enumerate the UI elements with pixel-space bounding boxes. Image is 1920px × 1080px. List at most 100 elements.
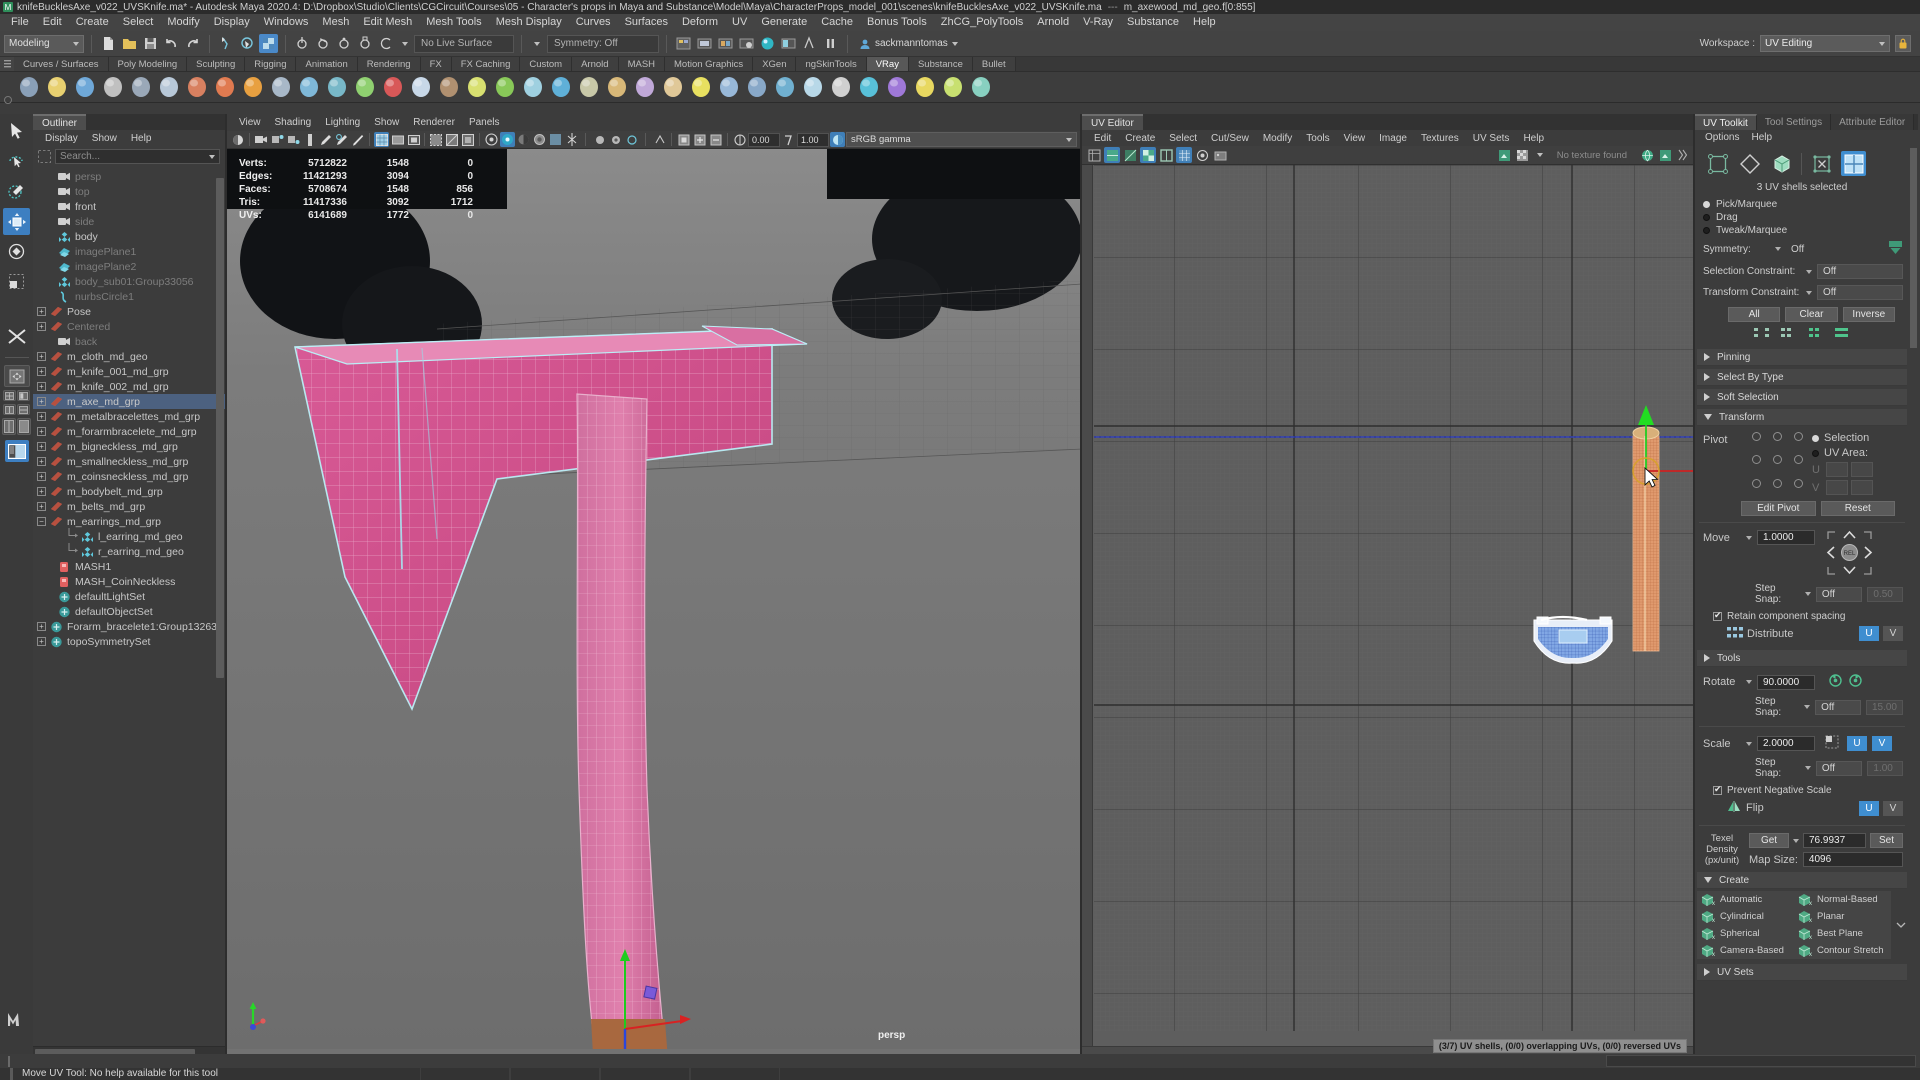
uv-editor-tab[interactable]: UV Editor: [1082, 114, 1143, 130]
expand-toggle-icon[interactable]: +: [37, 472, 46, 481]
display-uv-shaded-icon[interactable]: [1104, 147, 1120, 163]
wireframe-shading-icon[interactable]: [374, 132, 389, 147]
uv-shader-toggle-icon[interactable]: [1194, 147, 1210, 163]
color-space-dropdown[interactable]: sRGB gamma: [846, 132, 1077, 147]
command-response-field[interactable]: [1606, 1055, 1916, 1067]
toolkit-tab-bar[interactable]: UV Toolkit Tool Settings Attribute Editor: [1695, 114, 1918, 130]
shelf-icon-0[interactable]: [16, 74, 42, 100]
xray-joints-icon[interactable]: [608, 132, 623, 147]
isolate-select-icon[interactable]: [676, 132, 691, 147]
shelf-icon-32[interactable]: [912, 74, 938, 100]
shelf-tab-fx-caching[interactable]: FX Caching: [451, 57, 521, 71]
uv-menu-tools[interactable]: Tools: [1299, 133, 1336, 144]
chevron-down-icon[interactable]: [1746, 680, 1752, 684]
outliner-item-toposymmetryset[interactable]: + topoSymmetrySet: [33, 634, 225, 649]
menu-item-mesh[interactable]: Mesh: [315, 14, 356, 31]
shelf-icon-6[interactable]: [184, 74, 210, 100]
chevron-down-icon[interactable]: [1536, 153, 1543, 157]
uv-editor-menu-bar[interactable]: Edit Create Select Cut/Sew Modify Tools View Im…: [1082, 130, 1693, 146]
last-tool-icon[interactable]: [3, 323, 30, 350]
redo-icon[interactable]: [183, 34, 202, 53]
shelf-tab-vray[interactable]: VRay: [866, 57, 909, 71]
expand-toggle-icon[interactable]: +: [37, 457, 46, 466]
outliner-item-m-forarmbracelete-md-grp[interactable]: + m_forarmbracelete_md_grp: [33, 424, 225, 439]
shadows-icon[interactable]: [516, 132, 531, 147]
user-account-chip[interactable]: sackmanntomas: [855, 38, 962, 50]
display-checker-icon[interactable]: [1140, 147, 1156, 163]
chevron-down-icon[interactable]: [1746, 741, 1752, 746]
toolkit-tab-tool-settings[interactable]: Tool Settings: [1756, 114, 1832, 130]
selection-constraint-row[interactable]: Selection Constraint: Off: [1695, 261, 1909, 282]
rotate-step-snap-row[interactable]: Step Snap: Off 15.00: [1695, 693, 1909, 721]
move-tool-icon[interactable]: [3, 208, 30, 235]
shelf-grip-icon[interactable]: [0, 57, 14, 71]
shelf-icon-1[interactable]: [44, 74, 70, 100]
flip-row[interactable]: Flip U V: [1695, 799, 1909, 822]
outliner-item-centered[interactable]: + Centered: [33, 319, 225, 334]
outliner-item-m-bodybelt-md-grp[interactable]: + m_bodybelt_md_grp: [33, 484, 225, 499]
texture-border-icon[interactable]: [1497, 147, 1513, 163]
outliner-item-m-knife-002-md-grp[interactable]: + m_knife_002_md_grp: [33, 379, 225, 394]
shelf-icon-4[interactable]: [128, 74, 154, 100]
menu-item-generate[interactable]: Generate: [754, 14, 814, 31]
symmetry-field[interactable]: Symmetry: Off: [547, 34, 659, 53]
chevron-down-icon[interactable]: [534, 41, 540, 46]
select-mode-pick-marquee[interactable]: Pick/Marquee: [1695, 198, 1909, 211]
single-pane-layout-icon[interactable]: [3, 365, 30, 387]
layout-presets-group-2[interactable]: [3, 404, 30, 415]
viewport-menu-bar[interactable]: View Shading Lighting Show Renderer Panels: [227, 114, 1080, 131]
rotate-value-field[interactable]: 90.0000: [1757, 674, 1815, 690]
two-sided-lighting-icon[interactable]: [302, 132, 317, 147]
transform-constraint-row[interactable]: Transform Constraint: Off: [1695, 282, 1909, 303]
outliner-item-m-metalbracelettes-md-grp[interactable]: + m_metalbracelettes_md_grp: [33, 409, 225, 424]
menu-item-curves[interactable]: Curves: [569, 14, 618, 31]
pivot-point-7[interactable]: [1773, 478, 1782, 488]
viewport-menu-show[interactable]: Show: [367, 117, 406, 128]
outliner-item-m-coinsneckless-md-grp[interactable]: + m_coinsneckless_md_grp: [33, 469, 225, 484]
shelf-icon-12[interactable]: [352, 74, 378, 100]
move-nudge-down-right-icon[interactable]: [1863, 566, 1872, 578]
create-projection-grid[interactable]: x Automatic x Normal-Based x Cylindrical x Plan…: [1697, 891, 1891, 959]
shelf-icon-29[interactable]: [828, 74, 854, 100]
uv-area-v-min[interactable]: [1826, 480, 1848, 495]
toolkit-menu-help[interactable]: Help: [1745, 132, 1778, 143]
pivot-uv-area-radio[interactable]: UV Area:: [1812, 447, 1873, 459]
rotate-tool-icon[interactable]: [3, 238, 30, 265]
scale-pivot-icon[interactable]: [1825, 735, 1839, 752]
snap-to-point-icon[interactable]: [335, 34, 354, 53]
select-tool-icon[interactable]: [3, 118, 30, 145]
menu-item-edit-mesh[interactable]: Edit Mesh: [356, 14, 419, 31]
chevron-down-icon[interactable]: [402, 41, 408, 46]
expand-toggle-icon[interactable]: +: [37, 322, 46, 331]
shelf-icon-2[interactable]: [72, 74, 98, 100]
create-cylindrical[interactable]: x Cylindrical: [1697, 908, 1794, 925]
uv-menu-modify[interactable]: Modify: [1256, 133, 1299, 144]
toolkit-menu-bar[interactable]: Options Help: [1695, 130, 1918, 145]
outliner-search-row[interactable]: Search...: [33, 146, 225, 168]
shelf-icon-33[interactable]: [940, 74, 966, 100]
display-border-icon[interactable]: [1158, 147, 1174, 163]
shelf-icon-10[interactable]: [296, 74, 322, 100]
move-nudge-down-icon[interactable]: [1843, 565, 1856, 578]
uv-globe-icon[interactable]: [1639, 147, 1655, 163]
ipr-render-icon[interactable]: [716, 34, 735, 53]
distribute-row[interactable]: Distribute U V: [1695, 625, 1909, 647]
shelf-tab-animation[interactable]: Animation: [296, 57, 358, 71]
prevent-negative-scale-row[interactable]: Prevent Negative Scale: [1695, 782, 1909, 799]
hypergraph-layout-icon[interactable]: [2, 418, 16, 435]
outliner-tab-bar[interactable]: Outliner: [33, 114, 225, 130]
shelf-icon-8[interactable]: [240, 74, 266, 100]
outliner-item-mash1[interactable]: MASH1: [33, 559, 225, 574]
expand-toggle-icon[interactable]: +: [37, 442, 46, 451]
shelf-tab-fx[interactable]: FX: [420, 57, 452, 71]
uv-menu-view[interactable]: View: [1337, 133, 1373, 144]
uv-edge-icon[interactable]: [1737, 151, 1762, 176]
outliner-item-side[interactable]: side: [33, 214, 225, 229]
section-tools[interactable]: Tools: [1697, 650, 1907, 667]
main-menu-bar[interactable]: File Edit Create Select Modify Display Windows…: [0, 14, 1920, 31]
uv-component-icon[interactable]: [1705, 151, 1730, 176]
scale-tool-icon[interactable]: [3, 268, 30, 295]
symmetry-flood-icon[interactable]: [1888, 240, 1903, 258]
gamma-field[interactable]: 1.00: [797, 132, 829, 147]
expand-toggle-icon[interactable]: +: [37, 427, 46, 436]
